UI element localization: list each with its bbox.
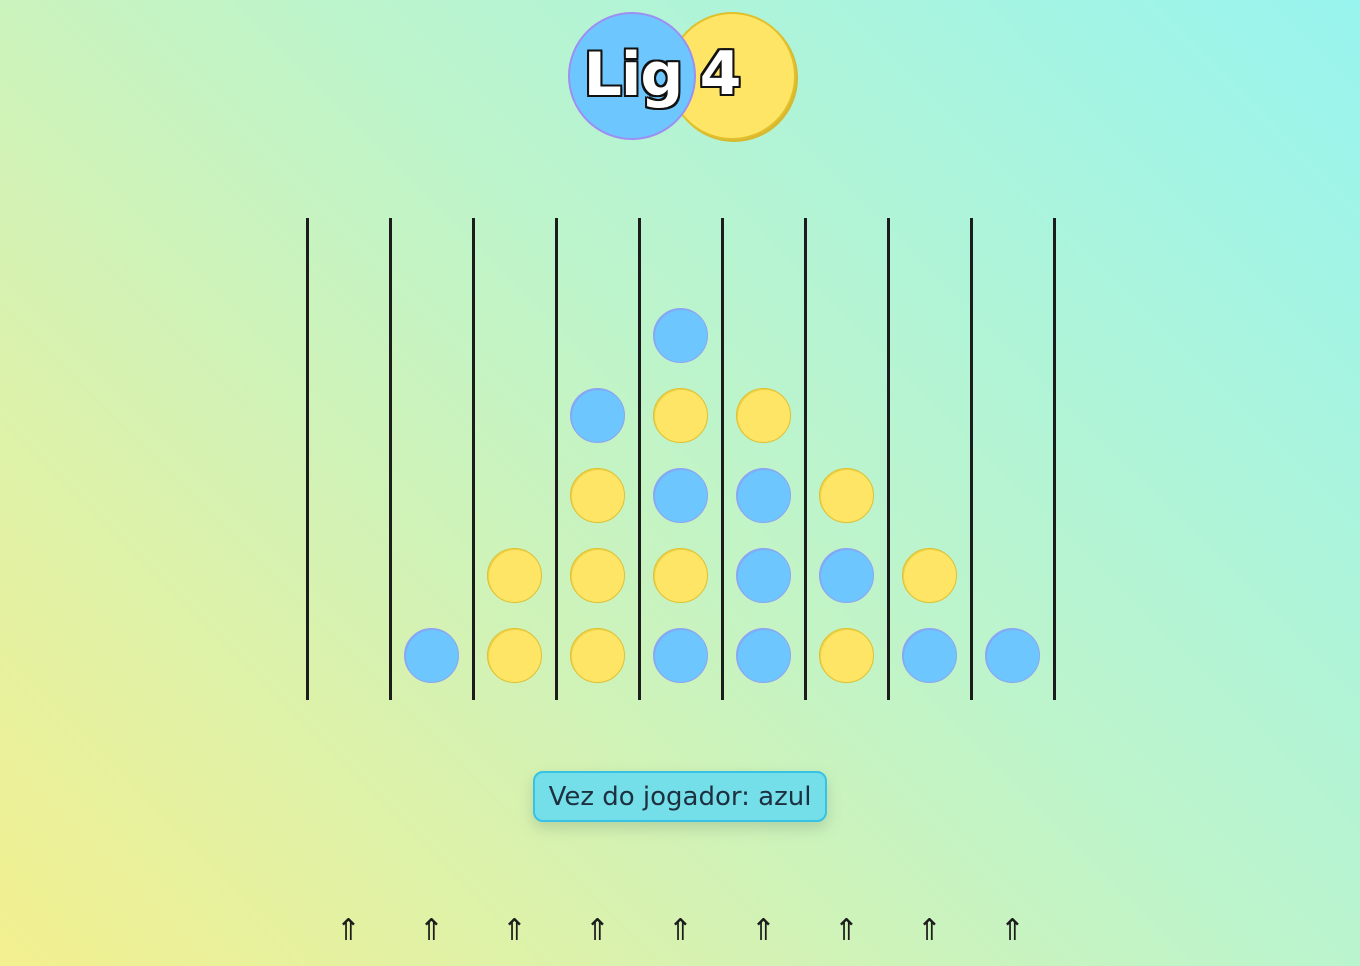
drop-arrow-icon[interactable]: ⇑: [329, 908, 369, 954]
blue-disc: [653, 467, 708, 523]
yellow-disc: [819, 467, 874, 523]
drop-arrow-icon[interactable]: ⇑: [827, 908, 867, 954]
blue-disc: [736, 467, 791, 523]
drop-arrow-icon[interactable]: ⇑: [412, 908, 452, 954]
blue-disc: [902, 627, 957, 683]
board-column-5[interactable]: [641, 218, 724, 700]
board-column-7[interactable]: [807, 218, 890, 700]
yellow-disc: [819, 627, 874, 683]
yellow-disc: [487, 547, 542, 603]
board-column-2[interactable]: [392, 218, 475, 700]
yellow-disc: [487, 627, 542, 683]
blue-disc: [985, 627, 1040, 683]
turn-status: Vez do jogador: azul: [533, 771, 827, 822]
logo-blue-disc: Lig: [568, 12, 696, 140]
drop-arrow-icon[interactable]: ⇑: [744, 908, 784, 954]
drop-arrow-icon[interactable]: ⇑: [910, 908, 950, 954]
blue-disc: [736, 547, 791, 603]
yellow-disc: [570, 627, 625, 683]
board-column-8[interactable]: [890, 218, 973, 700]
logo-word: Lig: [583, 40, 684, 110]
board-column-9[interactable]: [973, 218, 1056, 700]
board-column-3[interactable]: [475, 218, 558, 700]
game-board: ⇑ ⇑ ⇑ ⇑ ⇑ ⇑ ⇑ ⇑ ⇑: [306, 218, 1056, 948]
blue-disc: [653, 307, 708, 363]
yellow-disc: [653, 547, 708, 603]
blue-disc: [404, 627, 459, 683]
board-column-4[interactable]: [558, 218, 641, 700]
yellow-disc: [570, 467, 625, 523]
yellow-disc: [736, 387, 791, 443]
yellow-disc: [653, 387, 708, 443]
logo-number: 4: [699, 39, 742, 109]
blue-disc: [653, 627, 708, 683]
blue-disc: [819, 547, 874, 603]
blue-disc: [736, 627, 791, 683]
board-column-1[interactable]: [309, 218, 392, 700]
yellow-disc: [902, 547, 957, 603]
drop-arrow-icon[interactable]: ⇑: [993, 908, 1033, 954]
drop-arrow-icon[interactable]: ⇑: [661, 908, 701, 954]
blue-disc: [570, 387, 625, 443]
yellow-disc: [570, 547, 625, 603]
drop-arrow-icon[interactable]: ⇑: [578, 908, 618, 954]
board-column-6[interactable]: [724, 218, 807, 700]
game-logo: 4 Lig: [568, 12, 796, 140]
drop-arrow-icon[interactable]: ⇑: [495, 908, 535, 954]
